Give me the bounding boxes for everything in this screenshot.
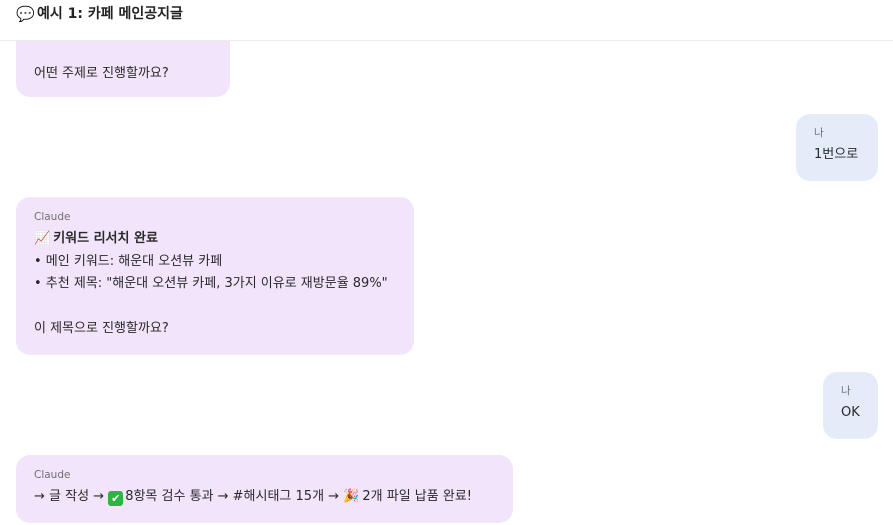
message-flow: → 글 작성 → ✔ 8항목 검수 통과 → #해시태그 15개 → 🎉 2개 파일…	[34, 486, 495, 509]
page-title: 예시 1: 카페 메인공지글	[37, 6, 183, 22]
user-message: 나 1번으로	[796, 114, 878, 181]
message-line: • 추천 제목: "해운대 오션뷰 카페, 3가지 이유로 재방문율 89%"	[34, 276, 388, 291]
check-mark-icon: ✔	[108, 491, 124, 506]
flow-step-delivery: 2개 파일 납품 완료!	[362, 489, 472, 504]
claude-message: Claude → 글 작성 → ✔ 8항목 검수 통과 → #해시태그 15개 →…	[16, 455, 513, 523]
party-popper-icon: 🎉	[343, 489, 360, 504]
message-sender: Claude	[34, 211, 71, 223]
speech-bubble-icon: 💬	[16, 5, 35, 23]
chat-log[interactable]: 어떤 주제로 진행할까요? 나 1번으로 Claude 📈 키워드 리서치 완료 …	[0, 41, 893, 525]
message-sender: Claude	[34, 469, 71, 481]
message-sender: 나	[841, 385, 851, 397]
claude-message: Claude 📈 키워드 리서치 완료 • 메인 키워드: 해운대 오션뷰 카페 …	[16, 197, 414, 355]
message-line	[34, 296, 396, 318]
message-text: 1번으로	[814, 147, 859, 162]
heading-text: 키워드 리서치 완료	[53, 231, 158, 246]
message-line: 이 제목으로 진행할까요?	[34, 320, 169, 336]
chart-increasing-icon: 📈	[34, 231, 51, 246]
message-line: • 메인 키워드: 해운대 오션뷰 카페	[34, 253, 223, 269]
message-text: 어떤 주제로 진행할까요?	[34, 66, 169, 81]
message-heading: 📈 키워드 리서치 완료	[34, 228, 396, 251]
flow-step-review: 8항목 검수 통과 → #해시태그 15개 →	[125, 489, 340, 504]
message-text: OK	[841, 405, 860, 420]
header: 💬 예시 1: 카페 메인공지글	[0, 0, 893, 41]
claude-message: 어떤 주제로 진행할까요?	[16, 41, 230, 97]
flow-step-writing: → 글 작성 →	[34, 489, 105, 504]
user-message: 나 OK	[823, 372, 878, 439]
message-sender: 나	[814, 127, 824, 139]
